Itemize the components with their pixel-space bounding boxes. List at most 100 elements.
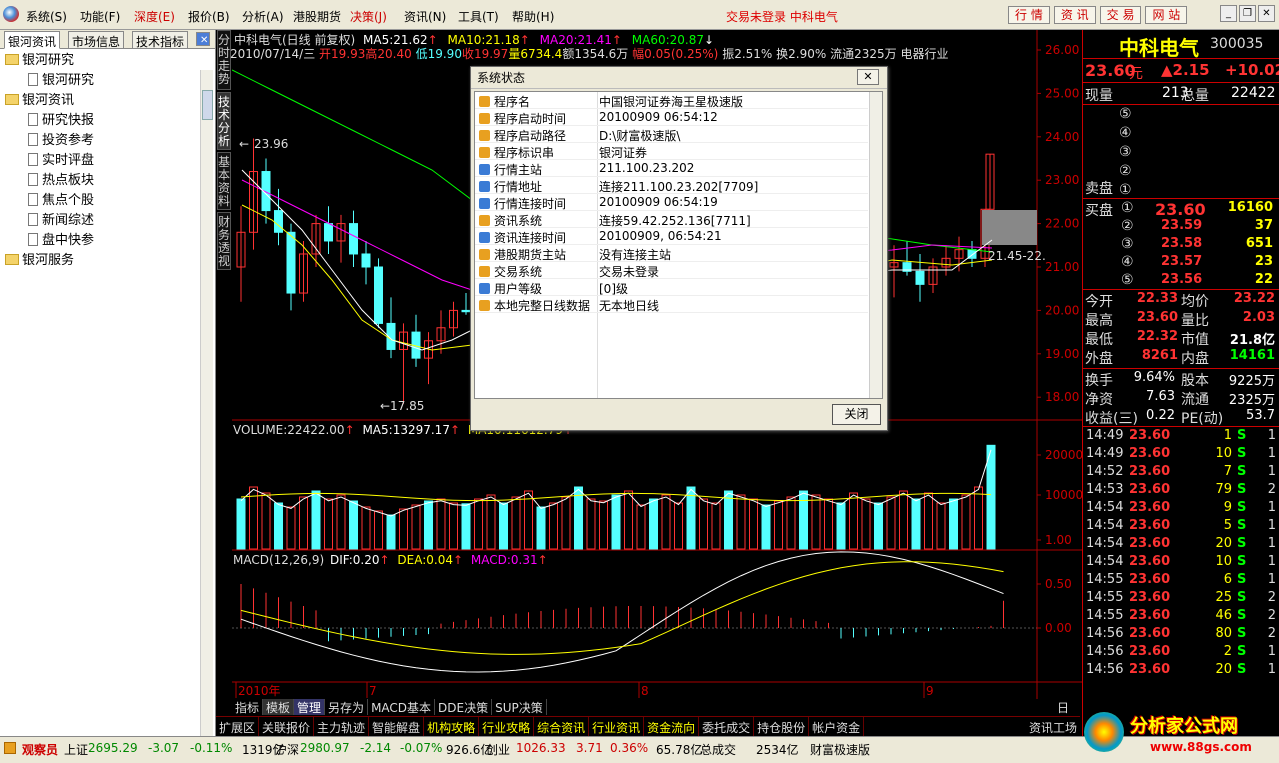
ind-tab-dde[interactable]: DDE决策	[435, 699, 493, 715]
tab-galaxy-news[interactable]: 银河资讯	[4, 31, 61, 49]
menu-function[interactable]: 功能(F)	[80, 8, 120, 25]
sh-pct: -0.11%	[190, 741, 233, 755]
btab-smart[interactable]: 智能解盘	[369, 717, 425, 736]
btab-fund-flow[interactable]: 资金流向	[644, 717, 700, 736]
tab-tech-indicators[interactable]: 技术指标	[132, 31, 189, 49]
tab-intraday[interactable]: 分时走势	[217, 30, 231, 90]
period-label[interactable]: 日线	[1054, 699, 1082, 732]
menu-depth[interactable]: 深度(E)	[134, 8, 175, 25]
status-row[interactable]: 本地完整日线数据 无本地日线	[475, 296, 868, 313]
volume-bar	[661, 494, 671, 550]
menu-tools[interactable]: 工具(T)	[458, 8, 499, 25]
tree-item[interactable]: 盘中快参	[0, 231, 215, 251]
tick-row: 14:49 23.60 10 S 1	[1083, 446, 1279, 464]
tick-row: 14:54 23.60 5 S 1	[1083, 518, 1279, 536]
btab-main-track[interactable]: 主力轨迹	[314, 717, 370, 736]
status-row[interactable]: 港股期货主站 没有连接主站	[475, 245, 868, 262]
tree-folder[interactable]: 银河资讯	[0, 91, 215, 111]
restore-icon[interactable]: ❐	[1239, 5, 1256, 22]
dialog-scrollbar[interactable]	[869, 92, 882, 398]
stat-0: 最低	[1085, 332, 1113, 348]
btab-inst[interactable]: 机构攻略	[424, 717, 480, 736]
tree-folder[interactable]: 银河研究	[0, 51, 215, 71]
website-button[interactable]: 网 站	[1145, 6, 1188, 24]
volume-bar	[686, 486, 696, 550]
menu-quote[interactable]: 报价(B)	[188, 8, 230, 25]
status-row[interactable]: 资讯系统 连接59.42.252.136[7711]	[475, 211, 868, 228]
tick-cell: 6	[1223, 572, 1232, 587]
status-row[interactable]: 程序名 中国银河证券海王星极速版	[475, 92, 868, 109]
tick-cell: 14:55	[1086, 608, 1124, 623]
tick-row: 14:53 23.60 79 S 2	[1083, 482, 1279, 500]
tree-item[interactable]: 焦点个股	[0, 191, 215, 211]
volume-bar	[961, 494, 971, 550]
stock-code: 300035	[1210, 36, 1264, 52]
ind-tab-macd[interactable]: MACD基本	[368, 699, 436, 715]
btab-related[interactable]: 关联报价	[259, 717, 315, 736]
status-key: 行情地址	[479, 178, 542, 195]
menu-hk-futures[interactable]: 港股期货	[293, 8, 341, 25]
tree-item[interactable]: 研究快报	[0, 111, 215, 131]
left-scrollbar[interactable]	[200, 70, 213, 736]
tree-item[interactable]: 银河研究	[0, 71, 215, 91]
status-row[interactable]: 程序标识串 银河证券	[475, 143, 868, 160]
volume-bar	[336, 494, 346, 550]
btab-positions[interactable]: 持仓股份	[754, 717, 810, 736]
tab-market-info[interactable]: 市场信息	[68, 31, 125, 49]
price-tick-label: 19.00	[1045, 347, 1079, 361]
close-panel-icon[interactable]: ✕	[196, 32, 210, 46]
status-row[interactable]: 交易系统 交易未登录	[475, 262, 868, 279]
news-button[interactable]: 资 讯	[1053, 6, 1096, 24]
ind-tab-saveas[interactable]: 另存为	[325, 699, 369, 715]
status-row[interactable]: 程序启动时间 20100909 06:54:12	[475, 109, 868, 126]
ind-tab-manage[interactable]: 管理	[294, 699, 326, 715]
tree-item[interactable]: 新闻综述	[0, 211, 215, 231]
arrow-icon: ←	[239, 137, 249, 151]
tree-item[interactable]: 投资参考	[0, 131, 215, 151]
btab-industry-news[interactable]: 行业资讯	[589, 717, 645, 736]
btab-news-factory[interactable]: 资讯工场	[1026, 717, 1080, 736]
tab-basic-info[interactable]: 基本资料	[217, 152, 231, 210]
menu-system[interactable]: 系统(S)	[26, 8, 67, 25]
watcher-icon[interactable]	[4, 742, 16, 754]
menu-help[interactable]: 帮助(H)	[512, 8, 554, 25]
dialog-close-button[interactable]: 关闭	[832, 404, 881, 425]
btab-composite[interactable]: 综合资讯	[534, 717, 590, 736]
scrollbar-thumb[interactable]	[202, 90, 213, 120]
btab-ext[interactable]: 扩展区	[216, 717, 260, 736]
status-key-label: 交易系统	[494, 265, 543, 279]
low-price-label: ←17.85	[380, 399, 424, 413]
menu-decision[interactable]: 决策(J)	[350, 8, 387, 25]
tree-item[interactable]: 热点板块	[0, 171, 215, 191]
tab-finance[interactable]: 财务透视	[217, 212, 231, 270]
info-icon	[479, 147, 490, 158]
volume-bar	[236, 498, 246, 550]
status-row[interactable]: 行情连接时间 20100909 06:54:19	[475, 194, 868, 211]
trade-button[interactable]: 交 易	[1099, 6, 1142, 24]
tick-cell: 1	[1267, 536, 1276, 551]
status-row[interactable]: 行情地址 连接211.100.23.202[7709]	[475, 177, 868, 194]
menu-news[interactable]: 资讯(N)	[404, 8, 446, 25]
status-row[interactable]: 行情主站 211.100.23.202	[475, 160, 868, 177]
tab-tech-analysis[interactable]: 技术分析	[217, 92, 231, 150]
tree-folder[interactable]: 银河服务	[0, 251, 215, 271]
dialog-close-icon[interactable]: ✕	[857, 69, 879, 85]
ind-tab-template[interactable]: 模板	[263, 699, 295, 715]
tree-item[interactable]: 实时评盘	[0, 151, 215, 171]
ind-tab-indicator[interactable]: 指标	[232, 699, 264, 715]
tick-cell: 1	[1267, 428, 1276, 443]
close-icon[interactable]: ✕	[1258, 5, 1275, 22]
status-row[interactable]: 用户等级 [0]级	[475, 279, 868, 296]
btab-account[interactable]: 帐户资金	[809, 717, 865, 736]
menu-analysis[interactable]: 分析(A)	[242, 8, 284, 25]
market-button[interactable]: 行 情	[1008, 6, 1050, 24]
status-row[interactable]: 资讯连接时间 20100909, 06:54:21	[475, 228, 868, 245]
tick-cell: 14:49	[1086, 446, 1124, 461]
watcher-label[interactable]: 观察员	[22, 741, 58, 758]
minimize-icon[interactable]: _	[1220, 5, 1237, 22]
btab-orders[interactable]: 委托成交	[699, 717, 755, 736]
status-row[interactable]: 程序启动路径 D:\财富极速版\	[475, 126, 868, 143]
ind-tab-sup[interactable]: SUP决策	[492, 699, 547, 715]
volume-bar	[511, 496, 521, 550]
btab-industry[interactable]: 行业攻略	[479, 717, 535, 736]
